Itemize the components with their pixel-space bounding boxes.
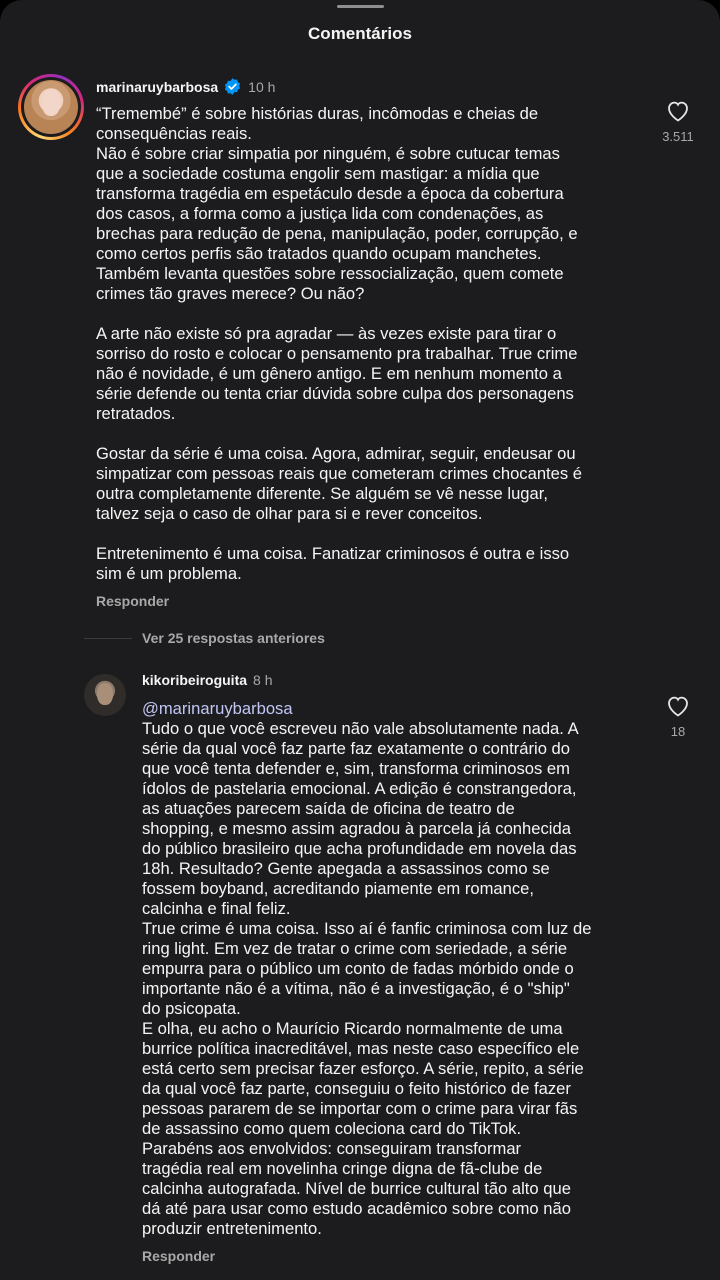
view-previous-replies[interactable]: Ver 25 respostas anteriores: [84, 630, 325, 646]
text-line: dos casos, a forma como a justiça lida c…: [96, 204, 544, 223]
text-line: série da qual você faz parte faz exatame…: [142, 739, 571, 758]
text-line: “Tremembé” é sobre histórias duras, incô…: [96, 104, 539, 123]
like-control: 18: [658, 695, 698, 739]
text-line: do público brasileiro que acha profundid…: [142, 839, 577, 858]
text-line: as atuações parecem saída de oficina de …: [142, 799, 515, 818]
comments-sheet: Comentários marinaruybarbosa 10 h “Treme…: [0, 0, 720, 1280]
text-line: brechas para redução de pena, manipulaçã…: [96, 224, 578, 243]
text-line: Também levanta questões sobre ressociali…: [96, 264, 564, 283]
reply-button[interactable]: Responder: [96, 593, 169, 609]
text-line: ídolos de pastelaria emocional. A edição…: [142, 779, 577, 798]
paragraph-break: [96, 524, 582, 544]
text-line: está certo sem precisar fazer esforço. A…: [142, 1059, 584, 1078]
text-line: shopping, e mesmo assim agradou à parcel…: [142, 819, 571, 838]
heart-outline-icon[interactable]: [666, 695, 690, 717]
text-line: E olha, eu acho o Maurício Ricardo norma…: [142, 1019, 563, 1038]
text-line: fossem boyband, acreditando piamente em …: [142, 879, 535, 898]
text-line: A arte não existe só pra agradar — às ve…: [96, 324, 557, 343]
sheet-grabber[interactable]: [337, 5, 384, 8]
text-line: importante não é a vítima, não é a inves…: [142, 979, 570, 998]
text-line: produzir entretenimento.: [142, 1219, 322, 1238]
text-line: retratados.: [96, 404, 176, 423]
comment-timestamp: 10 h: [248, 78, 276, 95]
like-control: 3.511: [658, 100, 698, 144]
text-line: talvez seja o caso de olhar para si e re…: [96, 504, 483, 523]
reply-username[interactable]: kikoribeiroguita: [142, 672, 247, 688]
text-line: dá até para usar como estudo acadêmico s…: [142, 1199, 571, 1218]
like-count: 3.511: [662, 129, 694, 144]
comment-username[interactable]: marinaruybarbosa: [96, 79, 218, 95]
text-line: calcinha e final feliz.: [142, 899, 291, 918]
reply-header: kikoribeiroguita 8 h: [142, 672, 273, 688]
text-line: que você tenta defender e, sim, transfor…: [142, 759, 570, 778]
mention-link[interactable]: @marinaruybarbosa: [142, 699, 293, 718]
text-line: crimes tão graves merece? Ou não?: [96, 284, 365, 303]
heart-outline-icon[interactable]: [666, 100, 690, 122]
paragraph-break: [96, 304, 582, 324]
text-line: da qual você faz parte, conseguiu o feit…: [142, 1079, 571, 1098]
comment-body: “Tremembé” é sobre histórias duras, incô…: [96, 104, 582, 584]
text-line: pessoas pararem de se importar com o cri…: [142, 1099, 578, 1118]
text-line: 18h. Resultado? Gente apegada a assassin…: [142, 859, 550, 878]
verified-badge-icon: [223, 77, 242, 96]
text-line: Gostar da série é uma coisa. Agora, admi…: [96, 444, 576, 463]
reply-timestamp: 8 h: [253, 672, 273, 688]
text-line: transforma tragédia em espetáculo desde …: [96, 184, 564, 203]
view-replies-label: Ver 25 respostas anteriores: [142, 630, 325, 646]
avatar[interactable]: [84, 674, 126, 716]
like-count: 18: [670, 724, 686, 739]
avatar[interactable]: [24, 80, 78, 134]
comment-header: marinaruybarbosa 10 h: [96, 77, 275, 96]
text-line: como certos perfis são tratados quando o…: [96, 244, 542, 263]
text-line: simpatizar com pessoas reais que cometer…: [96, 464, 583, 483]
text-line: sorriso do rosto e colocar o pensamento …: [96, 344, 578, 363]
text-line: do psicopata.: [142, 999, 241, 1018]
reply-button[interactable]: Responder: [142, 1248, 215, 1264]
paragraph-break: [96, 424, 582, 444]
text-line: True crime é uma coisa. Isso aí é fanfic…: [142, 919, 592, 938]
reply-thread-line: [84, 637, 132, 639]
text-line: calcinha autografada. Nível de burrice c…: [142, 1179, 571, 1198]
sheet-title: Comentários: [308, 24, 412, 43]
text-line: Tudo o que você escreveu não vale absolu…: [142, 719, 579, 738]
text-line: consequências reais.: [96, 124, 252, 143]
text-line: não é novidade, é um gênero antigo. E em…: [96, 364, 562, 383]
text-line: que a sociedade costuma engolir sem mast…: [96, 164, 540, 183]
text-line: tragédia real em novelinha cringe digna …: [142, 1159, 543, 1178]
text-line: outra completamente diferente. Se alguém…: [96, 484, 548, 503]
text-line: de assassino como quem coleciona card do…: [142, 1119, 522, 1138]
text-line: empurra para o público um conto de fadas…: [142, 959, 574, 978]
reply-body: @marinaruybarbosa Tudo o que você escrev…: [142, 699, 591, 1239]
text-line: Parabéns aos envolvidos: conseguiram tra…: [142, 1139, 522, 1158]
text-line: série defende ou tenta criar dúvida sobr…: [96, 384, 574, 403]
text-line: Entretenimento é uma coisa. Fanatizar cr…: [96, 544, 570, 563]
text-line: sim é um problema.: [96, 564, 242, 583]
text-line: ring light. Em vez de tratar o crime com…: [142, 939, 568, 958]
text-line: burrice política inacreditável, mas nest…: [142, 1039, 580, 1058]
text-line: Não é sobre criar simpatia por ninguém, …: [96, 144, 560, 163]
